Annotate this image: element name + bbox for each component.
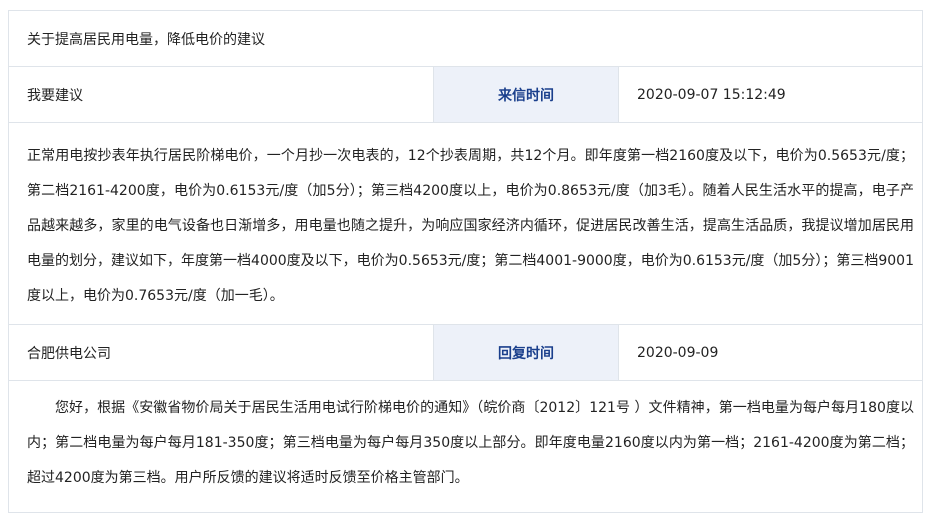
title-row: 关于提高居民用电量，降低电价的建议 — [8, 10, 923, 67]
suggester-name: 我要建议 — [27, 87, 83, 104]
letter-table: 关于提高居民用电量，降低电价的建议 我要建议 来信时间 2020-09-07 1… — [8, 10, 923, 513]
reply-meta-row: 合肥供电公司 回复时间 2020-09-09 — [8, 325, 923, 381]
letter-time-value: 2020-09-07 15:12:49 — [637, 86, 786, 103]
reply-content: 您好，根据《安徽省物价局关于居民生活用电试行阶梯电价的通知》（皖价商〔2012〕… — [8, 381, 923, 513]
reply-time-label: 回复时间 — [433, 325, 619, 380]
suggestion-content: 正常用电按抄表年执行居民阶梯电价，一个月抄一次电表的，12个抄表周期，共12个月… — [8, 123, 923, 325]
reply-time-value: 2020-09-09 — [637, 344, 719, 361]
suggestion-text: 正常用电按抄表年执行居民阶梯电价，一个月抄一次电表的，12个抄表周期，共12个月… — [27, 148, 914, 304]
replier-name: 合肥供电公司 — [27, 345, 111, 362]
suggestion-meta-row: 我要建议 来信时间 2020-09-07 15:12:49 — [8, 67, 923, 123]
letter-time-label: 来信时间 — [433, 67, 619, 122]
reply-text: 您好，根据《安徽省物价局关于居民生活用电试行阶梯电价的通知》（皖价商〔2012〕… — [27, 400, 914, 486]
letter-title: 关于提高居民用电量，降低电价的建议 — [27, 31, 265, 48]
